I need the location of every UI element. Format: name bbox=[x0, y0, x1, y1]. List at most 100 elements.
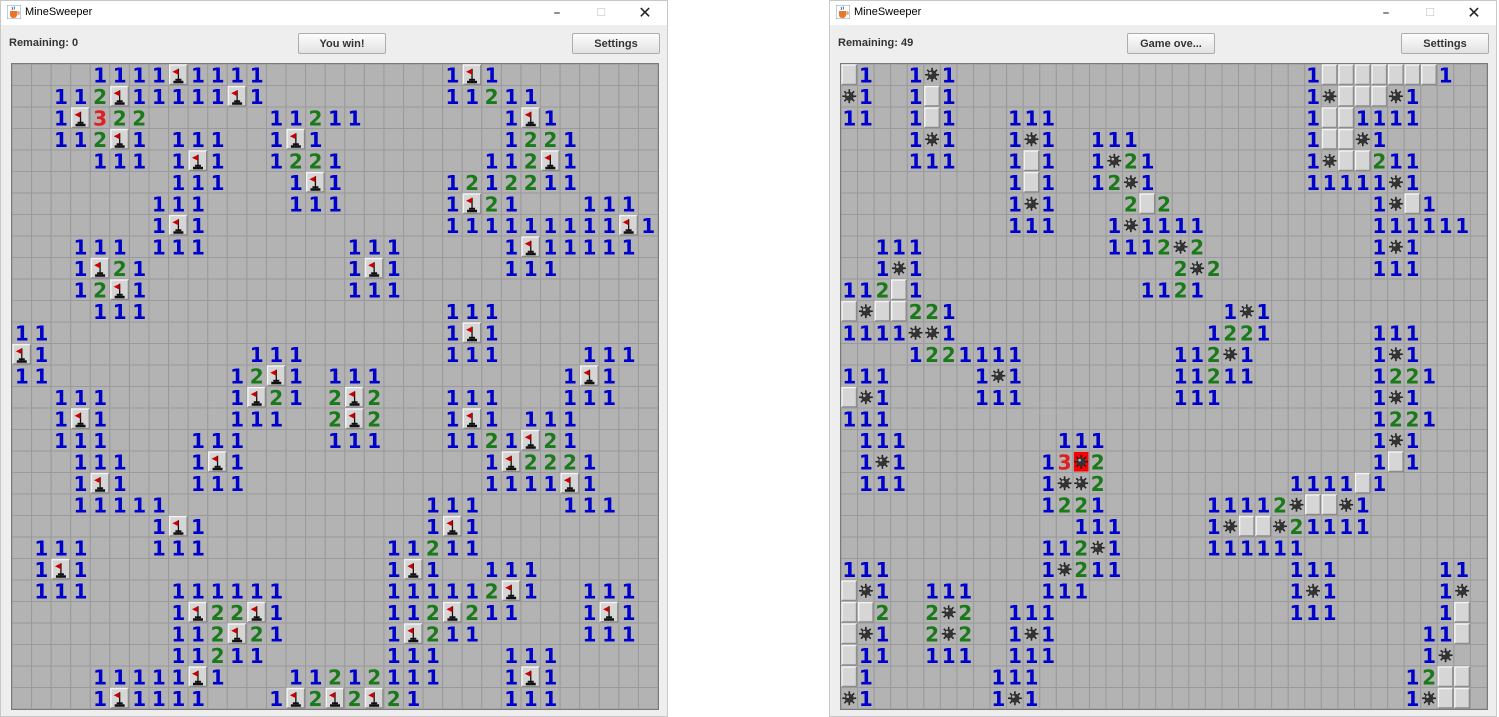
revealed-cell[interactable] bbox=[70, 321, 91, 344]
revealed-cell[interactable] bbox=[841, 128, 859, 151]
hidden-cell[interactable] bbox=[1320, 106, 1339, 129]
flag-icon[interactable] bbox=[285, 128, 307, 151]
revealed-cell[interactable] bbox=[520, 278, 542, 301]
revealed-cell[interactable] bbox=[246, 515, 267, 538]
number-cell[interactable]: 2 bbox=[207, 622, 228, 646]
number-cell[interactable]: 2 bbox=[285, 149, 307, 173]
revealed-cell[interactable] bbox=[1006, 300, 1024, 323]
revealed-cell[interactable] bbox=[1138, 257, 1157, 280]
number-cell[interactable]: 1 bbox=[1088, 171, 1107, 195]
revealed-cell[interactable] bbox=[12, 85, 33, 108]
revealed-cell[interactable] bbox=[1171, 149, 1190, 172]
revealed-cell[interactable] bbox=[1337, 192, 1355, 215]
number-cell[interactable]: 1 bbox=[31, 343, 52, 367]
revealed-cell[interactable] bbox=[1138, 536, 1157, 559]
number-cell[interactable]: 1 bbox=[1138, 235, 1157, 259]
revealed-cell[interactable] bbox=[1436, 192, 1455, 215]
revealed-cell[interactable] bbox=[363, 214, 385, 237]
number-cell[interactable]: 1 bbox=[598, 579, 620, 603]
number-cell[interactable]: 1 bbox=[559, 214, 581, 238]
revealed-cell[interactable] bbox=[1055, 257, 1074, 280]
revealed-cell[interactable] bbox=[344, 450, 365, 473]
revealed-cell[interactable] bbox=[559, 558, 581, 581]
revealed-cell[interactable] bbox=[857, 171, 875, 194]
revealed-cell[interactable] bbox=[89, 644, 111, 667]
number-cell[interactable]: 1 bbox=[187, 472, 209, 496]
revealed-cell[interactable] bbox=[637, 300, 658, 323]
number-cell[interactable]: 1 bbox=[1105, 128, 1124, 152]
number-cell[interactable]: 1 bbox=[890, 472, 908, 496]
number-cell[interactable]: 1 bbox=[1006, 171, 1024, 195]
revealed-cell[interactable] bbox=[579, 407, 600, 430]
number-cell[interactable]: 1 bbox=[265, 687, 287, 709]
revealed-cell[interactable] bbox=[50, 665, 72, 688]
number-cell[interactable]: 1 bbox=[344, 257, 365, 281]
revealed-cell[interactable] bbox=[422, 300, 444, 323]
revealed-cell[interactable] bbox=[1072, 85, 1090, 108]
revealed-cell[interactable] bbox=[1171, 450, 1190, 473]
number-cell[interactable]: 1 bbox=[1055, 429, 1074, 453]
revealed-cell[interactable] bbox=[246, 472, 267, 495]
revealed-cell[interactable] bbox=[1420, 450, 1438, 473]
number-cell[interactable]: 1 bbox=[579, 214, 600, 238]
number-cell[interactable]: 1 bbox=[873, 644, 892, 668]
number-cell[interactable]: 2 bbox=[481, 85, 502, 109]
revealed-cell[interactable] bbox=[890, 364, 908, 387]
revealed-cell[interactable] bbox=[1188, 558, 1206, 581]
number-cell[interactable]: 1 bbox=[1304, 106, 1322, 130]
revealed-cell[interactable] bbox=[973, 407, 991, 430]
revealed-cell[interactable] bbox=[939, 493, 958, 516]
revealed-cell[interactable] bbox=[31, 687, 52, 710]
revealed-cell[interactable] bbox=[1105, 493, 1124, 516]
revealed-cell[interactable] bbox=[1022, 235, 1041, 258]
number-cell[interactable]: 2 bbox=[461, 601, 483, 625]
revealed-cell[interactable] bbox=[1271, 364, 1289, 387]
revealed-cell[interactable] bbox=[363, 579, 385, 602]
revealed-cell[interactable] bbox=[344, 622, 365, 645]
revealed-cell[interactable] bbox=[637, 687, 658, 710]
revealed-cell[interactable] bbox=[637, 429, 658, 452]
revealed-cell[interactable] bbox=[841, 493, 859, 516]
revealed-cell[interactable] bbox=[618, 472, 639, 495]
revealed-cell[interactable] bbox=[989, 300, 1008, 323]
revealed-cell[interactable] bbox=[956, 558, 975, 581]
revealed-cell[interactable] bbox=[12, 386, 33, 409]
hidden-cell[interactable] bbox=[1320, 64, 1339, 86]
number-cell[interactable]: 1 bbox=[1105, 515, 1124, 539]
revealed-cell[interactable] bbox=[305, 85, 326, 108]
revealed-cell[interactable] bbox=[1304, 278, 1322, 301]
revealed-cell[interactable] bbox=[956, 106, 975, 129]
number-cell[interactable]: 1 bbox=[1138, 278, 1157, 302]
revealed-cell[interactable] bbox=[109, 644, 130, 667]
number-cell[interactable]: 1 bbox=[128, 493, 150, 517]
revealed-cell[interactable] bbox=[579, 128, 600, 151]
revealed-cell[interactable] bbox=[50, 515, 72, 538]
revealed-cell[interactable] bbox=[890, 85, 908, 108]
number-cell[interactable]: 1 bbox=[559, 171, 581, 195]
revealed-cell[interactable] bbox=[305, 558, 326, 581]
mine-icon[interactable] bbox=[1337, 493, 1355, 516]
revealed-cell[interactable] bbox=[442, 278, 463, 301]
revealed-cell[interactable] bbox=[1221, 644, 1240, 667]
revealed-cell[interactable] bbox=[442, 450, 463, 473]
revealed-cell[interactable] bbox=[50, 450, 72, 473]
number-cell[interactable]: 1 bbox=[1006, 601, 1024, 625]
number-cell[interactable]: 1 bbox=[1088, 128, 1107, 152]
number-cell[interactable]: 1 bbox=[481, 343, 502, 367]
revealed-cell[interactable] bbox=[1469, 128, 1487, 151]
revealed-cell[interactable] bbox=[1105, 687, 1124, 710]
mine-icon[interactable] bbox=[1022, 128, 1041, 151]
revealed-cell[interactable] bbox=[1304, 622, 1322, 645]
revealed-cell[interactable] bbox=[1155, 85, 1173, 108]
revealed-cell[interactable] bbox=[207, 687, 228, 710]
revealed-cell[interactable] bbox=[1436, 300, 1455, 323]
number-cell[interactable]: 1 bbox=[70, 128, 91, 152]
revealed-cell[interactable] bbox=[383, 386, 405, 409]
revealed-cell[interactable] bbox=[324, 558, 346, 581]
hidden-cell[interactable] bbox=[1337, 106, 1355, 129]
revealed-cell[interactable] bbox=[939, 192, 958, 215]
revealed-cell[interactable] bbox=[168, 321, 189, 344]
revealed-cell[interactable] bbox=[1271, 321, 1289, 344]
close-icon[interactable]: ✕ bbox=[623, 1, 667, 25]
revealed-cell[interactable] bbox=[1072, 106, 1090, 129]
